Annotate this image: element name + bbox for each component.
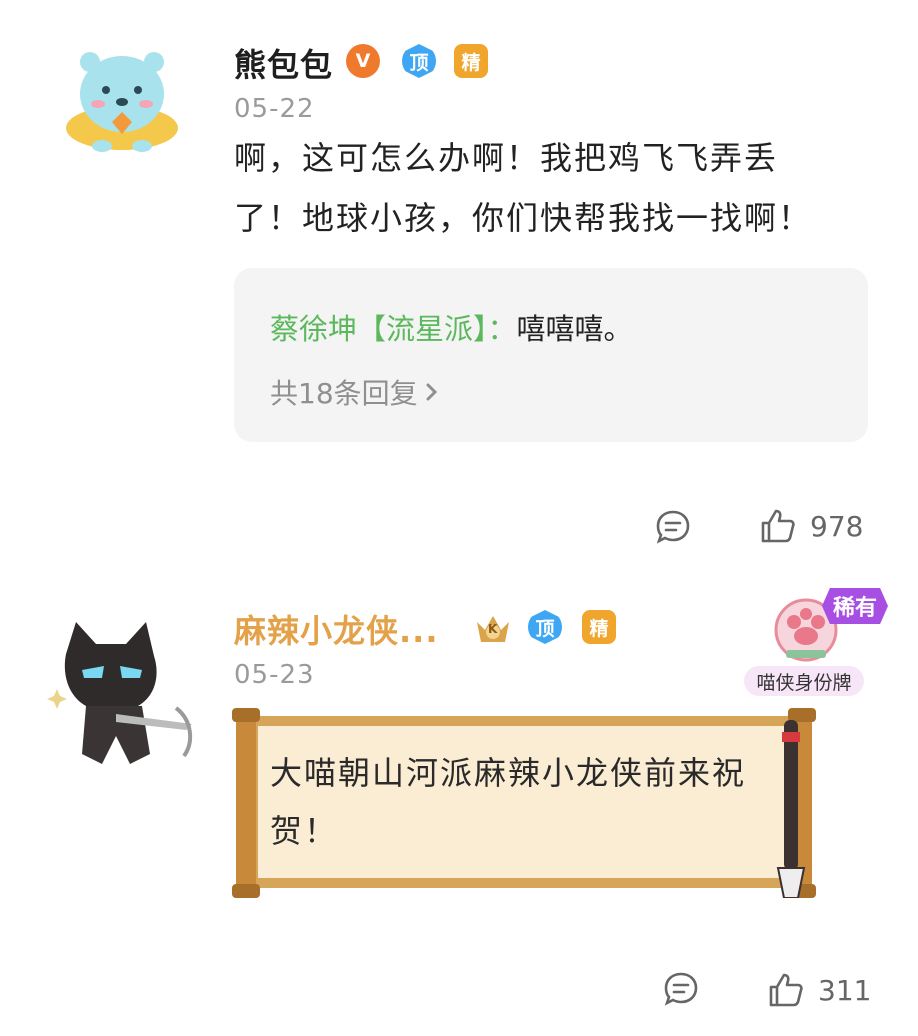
comment-text-line: 了！地球小孩，你们快帮我找一找啊！ [234, 199, 813, 237]
scroll-text-line: 贺！ [270, 812, 339, 850]
comment-date: 05-23 [234, 660, 315, 690]
reply-author[interactable]: 蔡徐坤【流星派】： [270, 306, 517, 348]
comment-author[interactable]: 麻辣小龙侠... [234, 606, 438, 652]
comment-text-line: 啊，这可怎么办啊！我把鸡飞飞弄丢 [234, 139, 779, 177]
reply-text: 嘻嘻嘻。 [516, 312, 633, 346]
crown-badge-icon: K [474, 612, 512, 650]
reply-button[interactable] [662, 970, 700, 1012]
featured-badge-icon: 精 [582, 610, 616, 644]
featured-badge-icon: 精 [454, 44, 488, 78]
identity-label: 喵侠身份牌 [744, 666, 864, 696]
scroll-text-line: 大喵朝山河派麻辣小龙侠前来祝 [270, 754, 747, 792]
comment-date: 05-22 [234, 94, 315, 124]
verified-v-icon: V [346, 44, 380, 78]
comment-bubble-icon [664, 972, 698, 1006]
reply-preview[interactable]: 蔡徐坤【流星派】： 嘻嘻嘻。 共18条回复 [234, 268, 868, 442]
like-button[interactable]: 978 [758, 506, 863, 546]
chevron-right-icon [426, 383, 437, 401]
crown-badge-letter: K [488, 622, 498, 636]
congrats-scroll: 大喵朝山河派麻辣小龙侠前来祝 贺！ [232, 708, 818, 898]
like-button[interactable]: 311 [766, 970, 871, 1010]
thumbs-up-icon [769, 973, 803, 1007]
bear-avatar[interactable] [62, 42, 182, 160]
comment-bubble-icon [656, 510, 690, 544]
like-count: 978 [810, 509, 864, 543]
reply-button[interactable] [654, 508, 692, 550]
reply-count-label: 共18条回复 [270, 377, 418, 410]
top-badge-icon: 顶 [528, 610, 562, 644]
thumbs-up-icon [761, 509, 795, 543]
like-count: 311 [818, 973, 872, 1007]
rare-tag: 稀有 [822, 588, 888, 624]
top-badge-icon: 顶 [402, 44, 436, 78]
comment-author[interactable]: 熊包包 [234, 40, 333, 86]
cat-ninja-avatar[interactable] [46, 614, 196, 788]
view-replies-link[interactable]: 共18条回复 [270, 372, 440, 412]
